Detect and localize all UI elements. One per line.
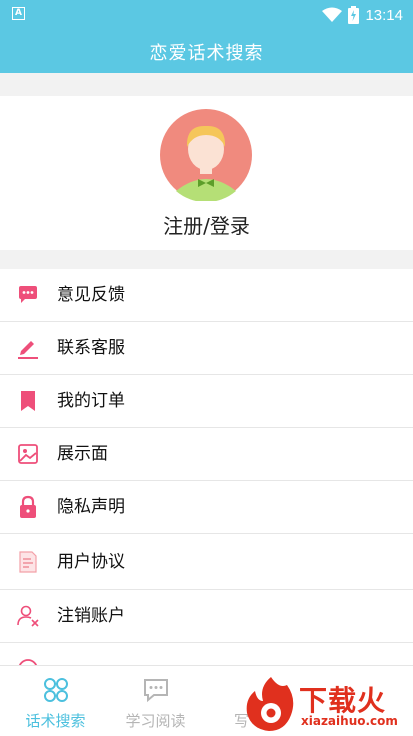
menu-item-privacy[interactable]: 隐私声明 — [0, 481, 413, 534]
bookmark-icon — [21, 391, 35, 411]
watermark-text: 下载火 — [299, 684, 387, 717]
menu-item-partial[interactable] — [0, 643, 413, 665]
chat-bubble-icon — [19, 286, 37, 303]
menu-item-label: 我的订单 — [57, 391, 125, 411]
menu-item-label: 注销账户 — [57, 606, 125, 626]
image-icon — [18, 444, 38, 464]
watermark-url: xiazaihuo.com — [301, 714, 398, 728]
wifi-icon — [322, 7, 343, 22]
menu-item-label: 联系客服 — [57, 338, 125, 358]
menu-item-label: 用户协议 — [57, 552, 125, 572]
grid-icon — [44, 678, 68, 702]
status-bar: A 13:14 — [0, 0, 413, 30]
menu-item-cancel-account[interactable]: 注销账户 — [0, 590, 413, 643]
app-bar: 恋爱话术搜索 — [0, 30, 413, 73]
menu-item-label: 意见反馈 — [57, 285, 125, 305]
tab-script-search[interactable]: 话术搜索 — [4, 666, 107, 736]
menu-item-showcase[interactable]: 展示面 — [0, 428, 413, 481]
pencil-icon — [18, 341, 38, 359]
menu-item-user-agreement[interactable]: 用户协议 — [0, 534, 413, 590]
avatar[interactable] — [160, 109, 252, 201]
status-time: 13:14 — [365, 6, 403, 24]
battery-icon — [348, 6, 360, 24]
lock-icon — [20, 495, 36, 518]
settings-menu: 意见反馈 联系客服 我的订单 展示面 隐私声明 用户协议 注销账户 — [0, 269, 413, 665]
menu-item-label: 隐私声明 — [57, 497, 125, 517]
login-register-link[interactable]: 注册/登录 — [0, 210, 413, 239]
status-icons: 13:14 — [322, 4, 403, 26]
tab-label: 话术搜索 — [25, 712, 86, 730]
menu-item-contact-service[interactable]: 联系客服 — [0, 322, 413, 375]
notification-a-icon: A — [12, 7, 25, 20]
flame-logo-icon — [246, 677, 294, 731]
app-title: 恋爱话术搜索 — [149, 42, 264, 64]
chat-icon — [144, 679, 168, 703]
circle-icon — [18, 659, 38, 665]
user-remove-icon — [17, 605, 39, 627]
profile-section[interactable]: 注册/登录 — [0, 96, 413, 250]
menu-item-label: 展示面 — [57, 444, 108, 464]
menu-item-feedback[interactable]: 意见反馈 — [0, 269, 413, 322]
watermark-logo: 下载火 xiazaihuo.com — [243, 673, 413, 735]
menu-item-my-orders[interactable]: 我的订单 — [0, 375, 413, 428]
document-icon — [19, 551, 37, 573]
